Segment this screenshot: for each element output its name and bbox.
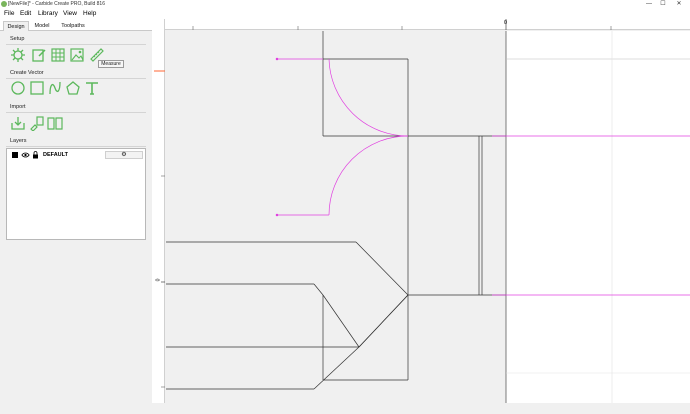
menu-view[interactable]: View [63, 9, 77, 19]
section-divider [6, 146, 146, 147]
layers-label: Layers [10, 138, 27, 144]
visibility-eye-icon[interactable] [21, 151, 30, 159]
horizontal-ruler: 0 [165, 19, 690, 30]
image-icon[interactable] [69, 47, 85, 63]
import-label: Import [10, 104, 26, 110]
layers-panel: DEFAULT ⚙ [6, 148, 146, 240]
vertical-ruler: 0 [152, 19, 165, 403]
menu-edit[interactable]: Edit [20, 9, 31, 19]
ruler-h-zero-label: 0 [504, 20, 508, 26]
measure-tooltip: Measure [98, 60, 124, 68]
layer-color-swatch[interactable] [12, 152, 18, 158]
layer-name: DEFAULT [43, 152, 68, 158]
ruler-v-zero-label: 0 [155, 278, 162, 282]
curve-icon[interactable] [47, 80, 63, 96]
layer-settings-gear-icon[interactable]: ⚙ [105, 151, 143, 159]
library-book-icon[interactable] [47, 115, 63, 131]
polygon-icon[interactable] [65, 80, 81, 96]
menu-library[interactable]: Library [38, 9, 58, 19]
section-divider [6, 112, 146, 113]
rectangle-icon[interactable] [29, 80, 45, 96]
layer-row[interactable]: DEFAULT ⚙ [9, 151, 144, 159]
import-shapes-icon[interactable] [29, 115, 45, 132]
section-divider [6, 78, 146, 79]
status-bar [0, 403, 690, 414]
import-arrow-icon[interactable] [10, 115, 26, 131]
title-bar: [NewFile]* - Carbide Create PRO, Build 8… [0, 0, 690, 9]
maximize-button[interactable]: ☐ [657, 0, 669, 9]
setup-label: Setup [10, 36, 25, 42]
tab-design[interactable]: Design [3, 21, 29, 31]
mode-tabs: Design Model Toolpaths [0, 19, 165, 31]
gear-icon[interactable] [10, 47, 26, 63]
create-vector-label: Create Vector [10, 70, 44, 76]
menu-bar: File Edit Library View Help [0, 9, 690, 19]
grid-icon[interactable] [50, 47, 66, 63]
design-canvas[interactable] [166, 31, 690, 403]
menu-help[interactable]: Help [83, 9, 96, 19]
window-title: [NewFile]* - Carbide Create PRO, Build 8… [8, 1, 105, 7]
menu-file[interactable]: File [4, 9, 14, 19]
edit-document-icon[interactable] [31, 47, 47, 63]
tab-toolpaths[interactable]: Toolpaths [56, 21, 90, 31]
app-logo-icon [1, 1, 7, 7]
text-icon[interactable] [84, 80, 100, 96]
tab-model[interactable]: Model [30, 21, 54, 31]
circle-icon[interactable] [10, 80, 26, 96]
minimize-button[interactable]: — [643, 0, 655, 9]
lock-icon[interactable] [32, 151, 39, 159]
section-divider [6, 44, 146, 45]
close-button[interactable]: ✕ [673, 0, 685, 9]
